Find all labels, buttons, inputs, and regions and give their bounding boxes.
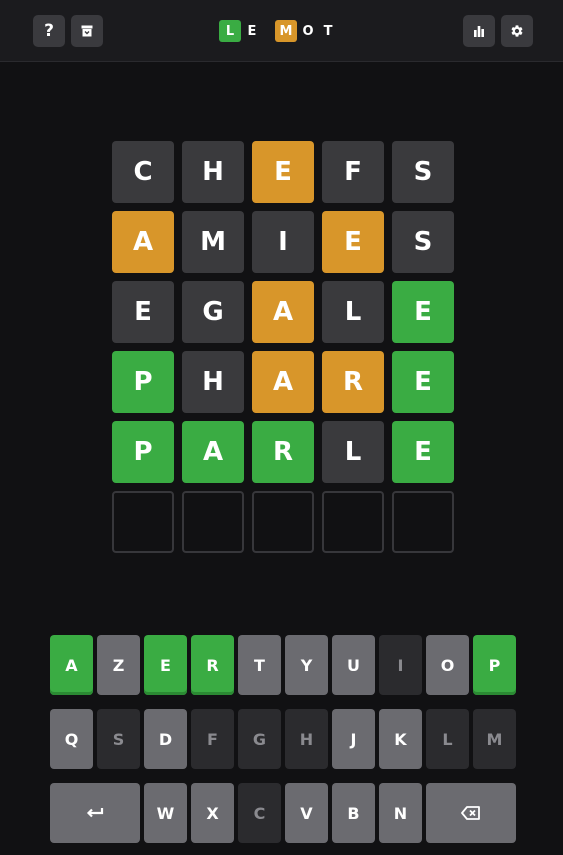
key-z[interactable]: Z — [97, 635, 140, 695]
key-w[interactable]: W — [144, 783, 187, 843]
key-k[interactable]: K — [379, 709, 422, 769]
key-h[interactable]: H — [285, 709, 328, 769]
key-o[interactable]: O — [426, 635, 469, 695]
bar-chart-icon — [474, 26, 484, 37]
key-e[interactable]: E — [144, 635, 187, 695]
archive-button[interactable] — [71, 15, 103, 47]
letter-tile: A — [112, 211, 174, 273]
gear-icon — [511, 25, 523, 37]
key-f[interactable]: F — [191, 709, 234, 769]
letter-tile: E — [392, 281, 454, 343]
letter-tile: R — [322, 351, 384, 413]
key-j[interactable]: J — [332, 709, 375, 769]
enter-key[interactable] — [50, 783, 140, 843]
key-u[interactable]: U — [332, 635, 375, 695]
letter-tile: P — [112, 421, 174, 483]
help-button[interactable]: ? — [33, 15, 65, 47]
logo-letter: T — [323, 23, 333, 39]
empty-tile — [112, 491, 174, 553]
archive-icon — [81, 25, 93, 37]
key-i[interactable]: I — [379, 635, 422, 695]
enter-icon — [86, 807, 104, 819]
key-a[interactable]: A — [50, 635, 93, 695]
game-logo: LE MOT — [219, 20, 341, 42]
letter-tile: R — [252, 421, 314, 483]
letter-tile: E — [252, 141, 314, 203]
letter-tile: P — [112, 351, 174, 413]
letter-tile: E — [392, 421, 454, 483]
logo-letter: O — [302, 23, 314, 39]
key-b[interactable]: B — [332, 783, 375, 843]
letter-tile: M — [182, 211, 244, 273]
key-g[interactable]: G — [238, 709, 281, 769]
key-c[interactable]: C — [238, 783, 281, 843]
key-p[interactable]: P — [473, 635, 516, 695]
letter-tile: H — [182, 351, 244, 413]
key-r[interactable]: R — [191, 635, 234, 695]
backspace-key[interactable] — [426, 783, 516, 843]
top-bar: ? LE MOT — [0, 0, 563, 62]
statistics-button[interactable] — [463, 15, 495, 47]
key-m[interactable]: M — [473, 709, 516, 769]
empty-tile — [182, 491, 244, 553]
key-v[interactable]: V — [285, 783, 328, 843]
key-n[interactable]: N — [379, 783, 422, 843]
letter-tile: L — [322, 421, 384, 483]
letter-tile: E — [322, 211, 384, 273]
letter-tile: H — [182, 141, 244, 203]
settings-button[interactable] — [501, 15, 533, 47]
key-s[interactable]: S — [97, 709, 140, 769]
empty-tile — [322, 491, 384, 553]
key-y[interactable]: Y — [285, 635, 328, 695]
letter-tile: A — [182, 421, 244, 483]
letter-tile: L — [322, 281, 384, 343]
letter-tile: I — [252, 211, 314, 273]
key-d[interactable]: D — [144, 709, 187, 769]
letter-tile: C — [112, 141, 174, 203]
letter-tile: S — [392, 141, 454, 203]
letter-tile: A — [252, 281, 314, 343]
letter-tile: E — [112, 281, 174, 343]
key-t[interactable]: T — [238, 635, 281, 695]
empty-tile — [252, 491, 314, 553]
key-q[interactable]: Q — [50, 709, 93, 769]
letter-tile: G — [182, 281, 244, 343]
letter-tile: S — [392, 211, 454, 273]
logo-letter: M — [275, 20, 297, 42]
logo-letter: L — [219, 20, 241, 42]
letter-tile: F — [322, 141, 384, 203]
logo-letter: E — [247, 23, 257, 39]
backspace-icon — [461, 806, 481, 820]
key-x[interactable]: X — [191, 783, 234, 843]
key-l[interactable]: L — [426, 709, 469, 769]
empty-tile — [392, 491, 454, 553]
letter-tile: E — [392, 351, 454, 413]
help-icon: ? — [44, 21, 54, 41]
game-board: CHEFSAMIESEGALEPHAREPARLE — [112, 141, 454, 553]
letter-tile: A — [252, 351, 314, 413]
